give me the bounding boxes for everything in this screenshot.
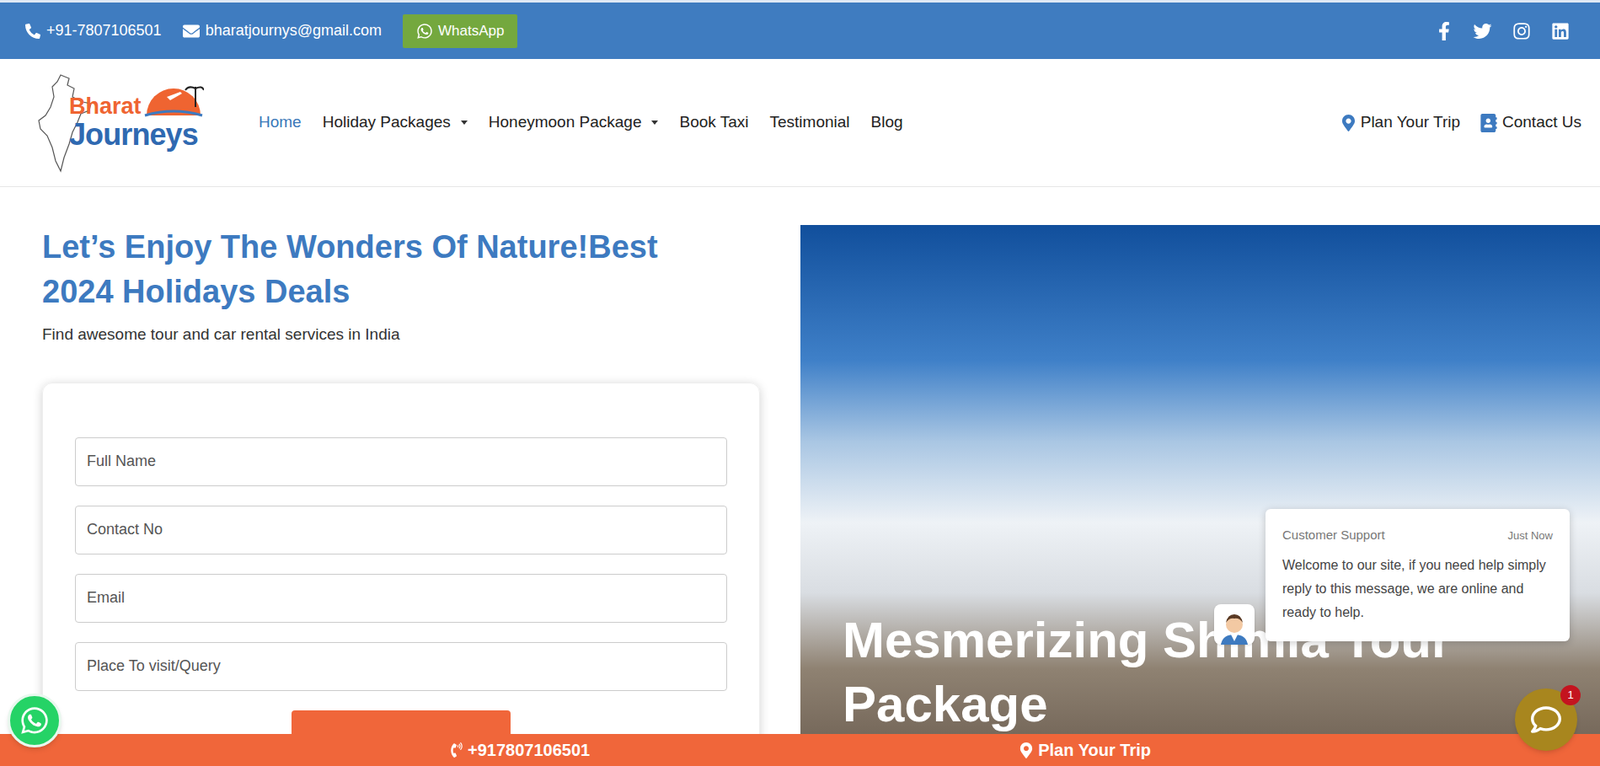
contact-icon — [1480, 113, 1498, 133]
map-pin-icon — [1019, 742, 1033, 759]
facebook-icon[interactable] — [1435, 21, 1453, 41]
agent-icon — [1217, 609, 1252, 645]
map-pin-icon — [1341, 114, 1356, 132]
logo[interactable]: BharatJourneys — [35, 73, 215, 173]
form-input[interactable] — [74, 505, 728, 555]
caret-icon — [460, 120, 468, 125]
chat-icon — [1530, 704, 1562, 735]
instagram-icon[interactable] — [1512, 21, 1531, 41]
nav-item[interactable]: Testimonial — [769, 110, 850, 135]
top-bar: +91-7807106501 bharatjournys@gmail.com Wha… — [0, 0, 1600, 59]
nav-action[interactable]: Contact Us — [1480, 110, 1582, 135]
nav-item[interactable]: Blog — [871, 110, 904, 135]
chat-time: Just Now — [1508, 527, 1553, 545]
whatsapp-float[interactable] — [7, 693, 62, 748]
nav-item[interactable]: Honeymoon Package — [488, 110, 659, 135]
chat-popup[interactable]: Customer Support Just Now Welcome to our s… — [1265, 508, 1570, 642]
envelope-icon — [182, 22, 200, 40]
whatsapp-icon — [19, 705, 50, 736]
bottom-phone[interactable]: +917807106501 — [449, 737, 590, 763]
logo-top-text: Bharat — [69, 95, 198, 118]
caret-icon — [651, 120, 659, 125]
navbar: BharatJourneys Home Holiday Packages Honeym… — [0, 58, 1600, 188]
sun-icon — [143, 81, 204, 119]
whatsapp-button[interactable]: WhatsApp — [402, 14, 518, 49]
logo-bottom-text: Journeys — [69, 119, 198, 150]
phone-icon — [449, 742, 465, 758]
form-input[interactable] — [74, 642, 728, 691]
form-input[interactable] — [74, 573, 728, 623]
top-phone[interactable]: +91-7807106501 — [25, 19, 162, 43]
hero-subtitle: Find awesome tour and car rental service… — [42, 322, 760, 348]
chat-button[interactable]: 1 — [1514, 688, 1578, 751]
hero-left: Let’s Enjoy The Wonders Of Nature!Best 2… — [0, 224, 801, 766]
enquiry-form — [42, 382, 760, 766]
chat-badge: 1 — [1560, 684, 1581, 706]
chat-message: Welcome to our site, if you need help si… — [1282, 553, 1553, 625]
hero-heading: Let’s Enjoy The Wonders Of Nature!Best 2… — [42, 224, 734, 315]
bottom-bar: +917807106501 Plan Your Trip — [0, 733, 1600, 766]
twitter-icon[interactable] — [1472, 21, 1493, 41]
form-input[interactable] — [74, 437, 728, 487]
hero-slide: Mesmerizing Shimla Tour Package — [800, 224, 1600, 766]
page: +91-7807106501 bharatjournys@gmail.com Wha… — [0, 0, 1600, 766]
nav-item[interactable]: Book Taxi — [679, 110, 749, 135]
nav-action[interactable]: Plan Your Trip — [1341, 110, 1461, 135]
nav-item[interactable]: Holiday Packages — [322, 110, 468, 135]
hero: Let’s Enjoy The Wonders Of Nature!Best 2… — [0, 224, 1600, 766]
phone-icon — [25, 23, 41, 39]
top-email[interactable]: bharatjournys@gmail.com — [182, 19, 382, 43]
whatsapp-icon — [416, 22, 434, 40]
linkedin-icon[interactable] — [1551, 21, 1570, 41]
bottom-plan[interactable]: Plan Your Trip — [1019, 737, 1151, 763]
nav-item[interactable]: Home — [258, 110, 302, 135]
chat-sender: Customer Support — [1282, 525, 1386, 546]
chat-avatar — [1214, 604, 1255, 645]
